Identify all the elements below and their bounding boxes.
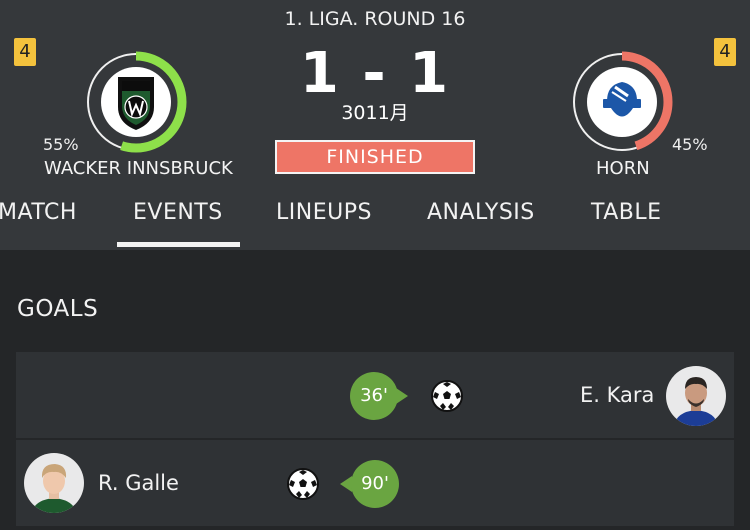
tab-events[interactable]: EVENTS (133, 200, 223, 225)
goals-section-title: GOALS (17, 296, 99, 322)
player-photo-icon (24, 453, 84, 513)
match-tabs: MATCH EVENTS LINEUPS ANALYSIS TABLE (0, 196, 750, 250)
away-team-logo[interactable] (587, 67, 657, 137)
away-badge: 4 (714, 38, 736, 66)
goal-scorer-name[interactable]: R. Galle (98, 471, 179, 495)
soccer-ball-icon (287, 468, 319, 500)
player-avatar[interactable] (666, 366, 726, 426)
home-team-name[interactable]: WACKER INNSBRUCK (44, 158, 233, 179)
player-photo-icon (666, 366, 726, 426)
tab-table[interactable]: TABLE (591, 200, 662, 225)
away-team-name[interactable]: HORN (596, 158, 650, 179)
home-possession-value: 55% (43, 135, 79, 154)
arrow-right-icon (396, 388, 408, 404)
match-status-badge: FINISHED (275, 140, 475, 174)
player-avatar[interactable] (24, 453, 84, 513)
soccer-ball-icon (431, 380, 463, 412)
sv-horn-crest-icon (592, 72, 652, 132)
goal-minute-badge: 90' (351, 460, 399, 508)
tab-match[interactable]: MATCH (0, 200, 77, 225)
active-tab-indicator (117, 242, 240, 247)
goal-scorer-name[interactable]: E. Kara (580, 383, 654, 407)
goal-minute-badge: 36' (350, 372, 398, 420)
tab-lineups[interactable]: LINEUPS (276, 200, 372, 225)
away-possession-value: 45% (672, 135, 708, 154)
match-header: 1. LIGA. ROUND 16 4 55% WACKER INNSBRUCK… (0, 0, 750, 250)
competition-round: 1. LIGA. ROUND 16 (284, 8, 466, 30)
tab-analysis[interactable]: ANALYSIS (427, 200, 535, 225)
